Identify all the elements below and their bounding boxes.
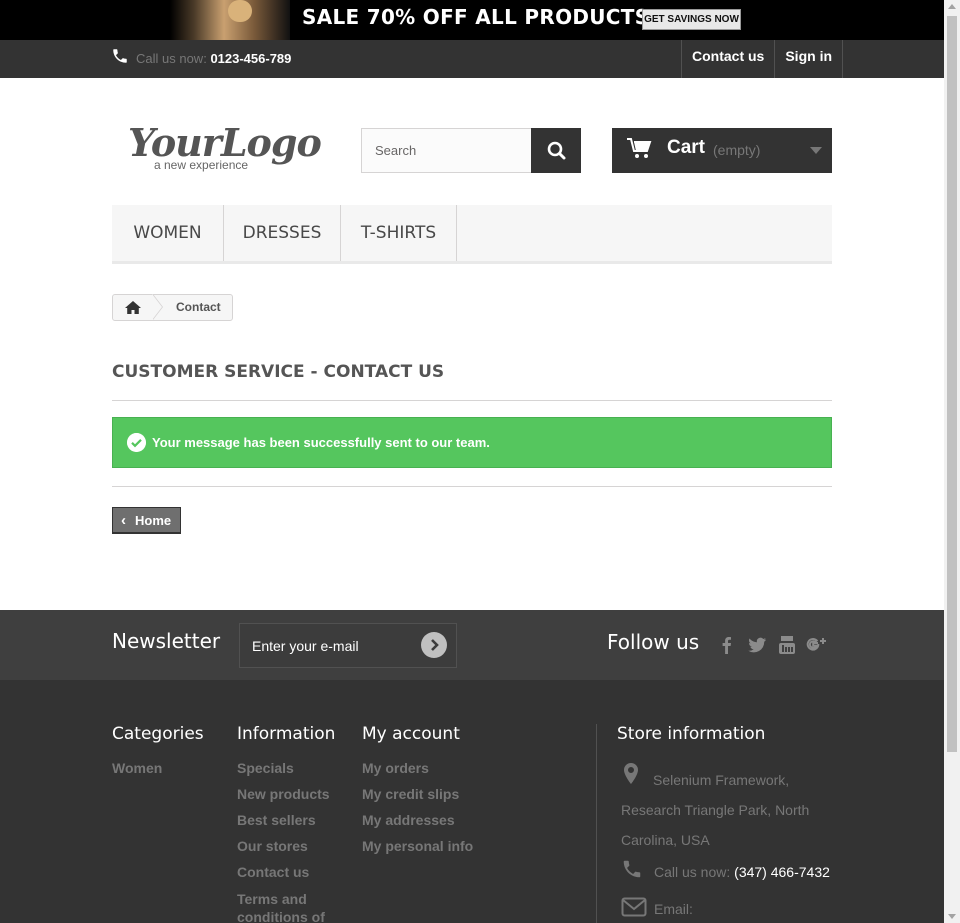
newsletter-form (239, 623, 457, 668)
search-input[interactable] (361, 128, 532, 173)
phone-icon (623, 860, 641, 878)
success-alert: Your message has been successfully sent … (112, 417, 832, 468)
footer-information-title: Information (237, 724, 336, 744)
menu-item-women[interactable]: WOMEN (112, 205, 224, 261)
home-button[interactable]: ‹ Home (112, 507, 181, 534)
scrollbar[interactable] (944, 0, 960, 923)
header-links: Contact us Sign in (681, 40, 844, 78)
store-phone: (347) 466-7432 (734, 864, 830, 880)
footer-link[interactable]: My personal info (362, 838, 473, 854)
divider (112, 400, 832, 401)
breadcrumb-home[interactable] (113, 295, 153, 320)
cart-dropdown-caret-icon (810, 147, 822, 154)
footer-information: Specials New products Best sellers Our s… (237, 760, 337, 923)
search-box (361, 128, 581, 173)
promo-banner[interactable]: SALE 70% OFF ALL PRODUCTS GET SAVINGS NO… (0, 0, 944, 40)
envelope-icon (621, 897, 647, 917)
footer-link[interactable]: My credit slips (362, 786, 473, 802)
home-icon (125, 301, 141, 314)
footer-account-title: My account (362, 724, 460, 744)
newsletter-bar: Newsletter Follow us (0, 610, 944, 680)
newsletter-title: Newsletter (112, 629, 221, 653)
breadcrumb-separator-inner (152, 294, 162, 320)
success-message: Your message has been successfully sent … (152, 435, 490, 450)
site-logo[interactable]: YourLogo a new experience (126, 118, 322, 178)
newsletter-submit-button[interactable] (421, 632, 447, 658)
logo-tagline: a new experience (154, 158, 249, 172)
footer-link[interactable]: Terms and conditions of (237, 890, 337, 923)
home-button-label: Home (135, 513, 172, 528)
scrollbar-thumb[interactable] (947, 16, 957, 752)
follow-us-title: Follow us (607, 630, 700, 654)
footer-link[interactable]: New products (237, 786, 337, 802)
contact-us-link[interactable]: Contact us (681, 40, 774, 78)
breadcrumb: Contact (112, 294, 233, 321)
check-circle-icon (127, 433, 146, 452)
cart-button[interactable]: Cart (empty) (612, 128, 832, 173)
main-menu: WOMEN DRESSES T-SHIRTS (112, 205, 832, 264)
footer-link[interactable]: My orders (362, 760, 473, 776)
cart-icon (627, 138, 652, 158)
footer-link[interactable]: Specials (237, 760, 337, 776)
breadcrumb-current: Contact (176, 300, 221, 314)
cart-label: Cart (667, 137, 706, 158)
search-icon (547, 141, 566, 160)
footer-categories-title: Categories (112, 724, 204, 744)
footer-link[interactable]: My addresses (362, 812, 473, 828)
scroll-up-arrow-icon[interactable] (948, 4, 956, 9)
store-address: Selenium Framework, Research Triangle Par… (621, 765, 821, 855)
menu-item-tshirts[interactable]: T-SHIRTS (341, 205, 457, 261)
page: SALE 70% OFF ALL PRODUCTS GET SAVINGS NO… (0, 0, 944, 923)
store-call-text: Call us now: (347) 466-7432 (654, 864, 830, 880)
store-information-title: Store information (617, 724, 766, 744)
cart-status: (empty) (713, 142, 761, 158)
search-button[interactable] (531, 128, 581, 173)
store-address-line2: Research Triangle Park, North Carolina, … (621, 802, 810, 848)
store-address-line1: Selenium Framework, (653, 772, 790, 788)
footer: Categories Women Information Specials Ne… (0, 680, 944, 923)
footer-link[interactable]: Best sellers (237, 812, 337, 828)
youtube-icon[interactable] (776, 634, 798, 656)
google-plus-icon[interactable] (806, 634, 828, 656)
call-label: Call us now: (136, 51, 207, 66)
footer-categories: Women (112, 760, 162, 786)
chevron-left-icon: ‹ (121, 512, 126, 529)
chevron-right-icon (431, 639, 439, 651)
store-email-label: Email: (654, 901, 693, 917)
footer-account: My orders My credit slips My addresses M… (362, 760, 473, 864)
footer-divider (596, 724, 597, 923)
menu-item-dresses[interactable]: DRESSES (224, 205, 341, 261)
newsletter-email-input[interactable] (240, 624, 410, 667)
sign-in-link[interactable]: Sign in (774, 40, 844, 78)
banner-sale-text: SALE 70% OFF ALL PRODUCTS (302, 5, 650, 29)
scroll-down-arrow-icon[interactable] (948, 914, 956, 919)
top-nav: Call us now: 0123-456-789 Contact us Sig… (0, 40, 944, 78)
footer-link[interactable]: Our stores (237, 838, 337, 854)
store-call-label: Call us now: (654, 864, 731, 880)
call-us-text: Call us now: 0123-456-789 (136, 51, 291, 66)
facebook-icon[interactable] (716, 634, 738, 656)
footer-link[interactable]: Contact us (237, 864, 337, 880)
phone-icon (113, 49, 127, 63)
divider (112, 486, 832, 487)
banner-model-head (228, 0, 252, 22)
twitter-icon[interactable] (746, 634, 768, 656)
shop-phone: 0123-456-789 (210, 51, 292, 66)
footer-link[interactable]: Women (112, 760, 162, 776)
get-savings-button[interactable]: GET SAVINGS NOW (642, 9, 741, 30)
page-title: CUSTOMER SERVICE - CONTACT US (112, 362, 445, 382)
